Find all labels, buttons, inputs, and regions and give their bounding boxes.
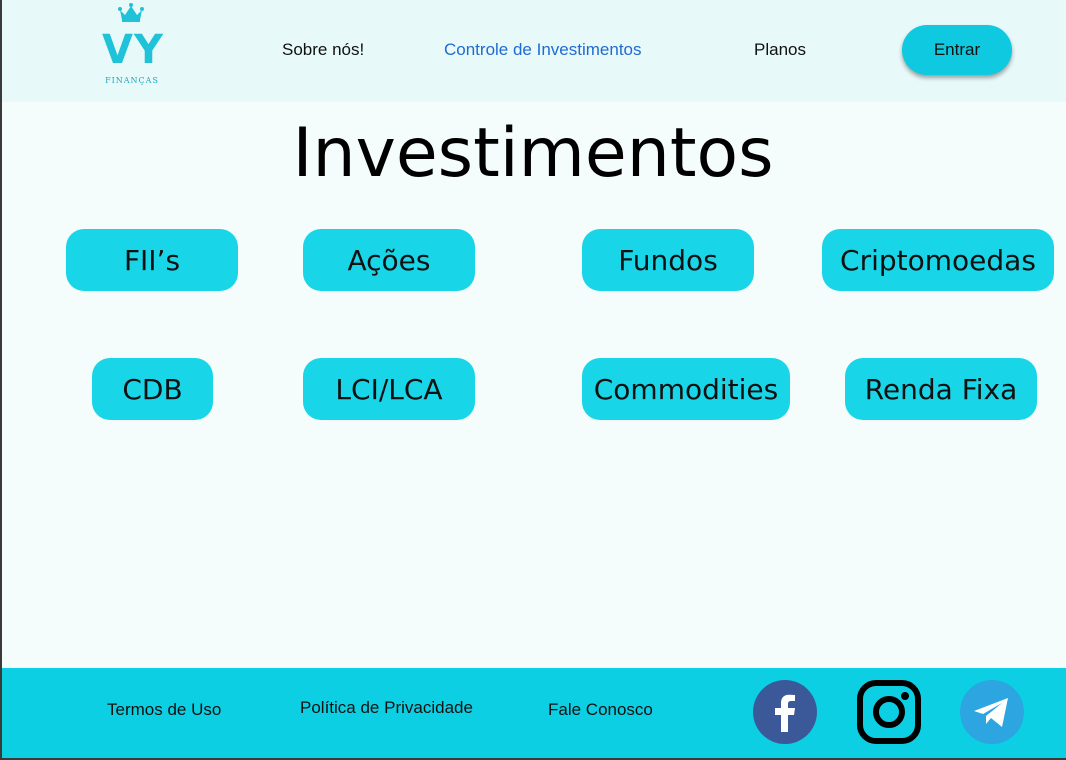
category-button-criptomoedas[interactable]: Criptomoedas <box>822 229 1054 291</box>
footer-link-termos-de-uso[interactable]: Termos de Uso <box>107 700 221 720</box>
category-button-fiis[interactable]: FII’s <box>66 229 238 291</box>
page-footer: Termos de Uso Política de Privacidade Fa… <box>2 668 1066 758</box>
top-header: VY FINANÇAS Sobre nós! Controle de Inves… <box>2 0 1066 102</box>
footer-link-politica-privacidade[interactable]: Política de Privacidade <box>300 698 473 718</box>
category-button-acoes[interactable]: Ações <box>303 229 475 291</box>
brand-subtitle: FINANÇAS <box>105 76 159 85</box>
facebook-icon[interactable] <box>753 680 817 744</box>
brand-logo[interactable]: VY FINANÇAS <box>94 0 170 92</box>
nav-link-planos[interactable]: Planos <box>754 38 806 62</box>
page-title: Investimentos <box>292 114 774 193</box>
crown-icon <box>118 3 144 22</box>
category-button-fundos[interactable]: Fundos <box>582 229 754 291</box>
nav-link-controle-investimentos[interactable]: Controle de Investimentos <box>444 38 642 62</box>
instagram-icon[interactable] <box>857 680 921 744</box>
nav-link-sobre-nos[interactable]: Sobre nós! <box>282 38 364 62</box>
telegram-icon[interactable] <box>960 680 1024 744</box>
category-button-cdb[interactable]: CDB <box>92 358 213 420</box>
category-button-renda-fixa[interactable]: Renda Fixa <box>845 358 1037 420</box>
login-button[interactable]: Entrar <box>902 25 1012 75</box>
footer-link-fale-conosco[interactable]: Fale Conosco <box>548 700 653 720</box>
category-button-commodities[interactable]: Commodities <box>582 358 790 420</box>
category-button-lci-lca[interactable]: LCI/LCA <box>303 358 475 420</box>
brand-name: VY <box>102 27 164 73</box>
